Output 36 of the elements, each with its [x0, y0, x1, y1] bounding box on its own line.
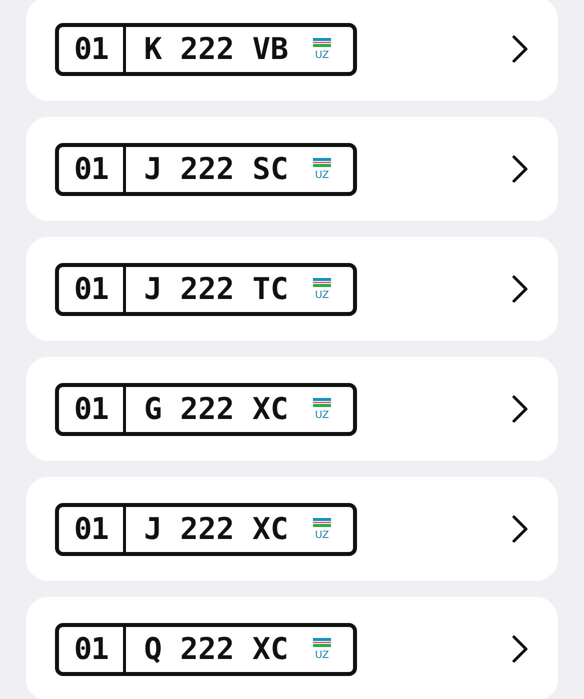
region-code: 01 [59, 506, 126, 552]
country-code: UZ [315, 530, 329, 540]
plate-number: G 222 XC [143, 390, 290, 428]
plate-number: J 222 TC [143, 270, 290, 308]
chevron-right-icon[interactable] [510, 274, 530, 304]
flag-icon [313, 518, 331, 530]
plate-number: K 222 VB [143, 30, 290, 68]
region-code: 01 [59, 146, 126, 192]
flag-icon [313, 278, 331, 290]
region-code: 01 [59, 266, 126, 312]
chevron-right-icon[interactable] [510, 634, 530, 664]
flag-icon [313, 158, 331, 170]
chevron-right-icon[interactable] [510, 514, 530, 544]
country-code: UZ [315, 170, 329, 180]
plate-card[interactable]: 01 J 222 TC UZ [26, 237, 558, 341]
flag-icon [313, 398, 331, 410]
country-code: UZ [315, 410, 329, 420]
plate-number: J 222 XC [143, 510, 290, 548]
country-code: UZ [315, 50, 329, 60]
chevron-right-icon[interactable] [510, 34, 530, 64]
flag-icon [313, 38, 331, 50]
region-code: 01 [59, 386, 126, 432]
plate-card[interactable]: 01 J 222 XC UZ [26, 477, 558, 581]
plate-card[interactable]: 01 J 222 SC UZ [26, 117, 558, 221]
chevron-right-icon[interactable] [510, 154, 530, 184]
flag-icon [313, 638, 331, 650]
plate-card[interactable]: 01 Q 222 XC UZ [26, 597, 558, 699]
region-code: 01 [59, 626, 126, 672]
plate-card[interactable]: 01 G 222 XC UZ [26, 357, 558, 461]
plate-number: Q 222 XC [143, 630, 290, 668]
country-code: UZ [315, 650, 329, 660]
chevron-right-icon[interactable] [510, 394, 530, 424]
region-code: 01 [59, 26, 126, 72]
country-code: UZ [315, 290, 329, 300]
plate-number: J 222 SC [143, 150, 290, 188]
plate-card[interactable]: 01 K 222 VB UZ [26, 0, 558, 101]
